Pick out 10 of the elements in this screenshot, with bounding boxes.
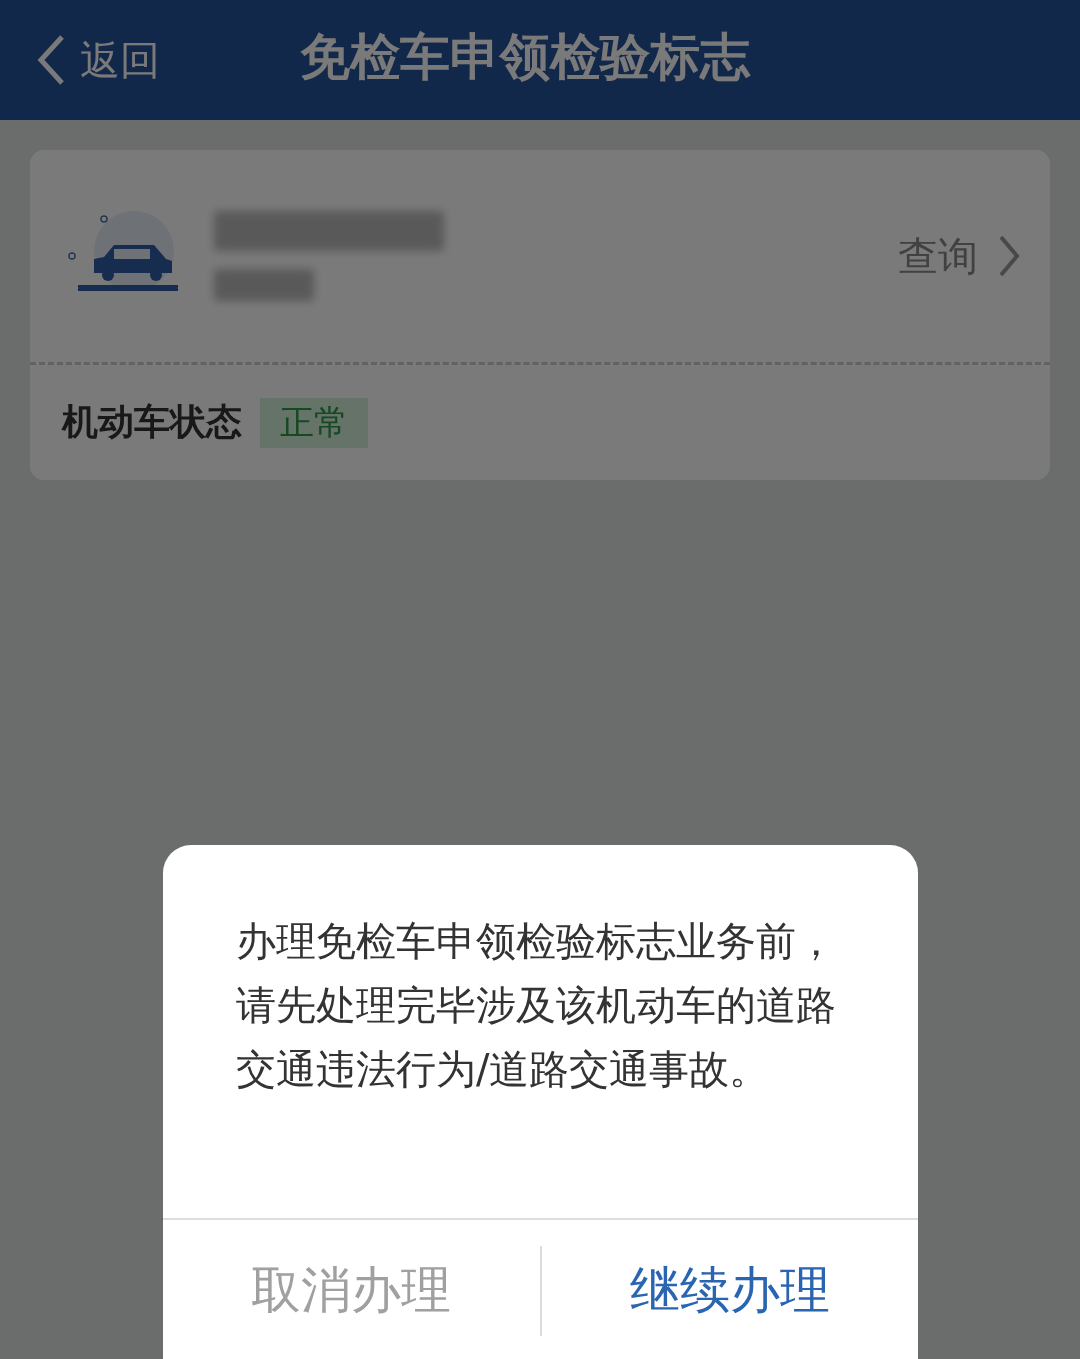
back-button[interactable]: 返回 (36, 32, 160, 88)
status-label: 机动车状态 (62, 400, 242, 444)
query-link[interactable]: 查询 (898, 228, 1020, 284)
status-badge: 正常 (260, 397, 368, 448)
dialog-message: 办理免检车申领检验标志业务前，请先处理完毕涉及该机动车的道路交通违法行为/道路交通事故。 (236, 917, 837, 1094)
page-title: 免检车申领检验标志 (300, 27, 750, 88)
continue-button[interactable]: 继续办理 (541, 1220, 918, 1359)
chevron-left-icon (36, 34, 66, 86)
chevron-right-icon (998, 235, 1020, 277)
cancel-button[interactable]: 取消办理 (163, 1220, 540, 1359)
